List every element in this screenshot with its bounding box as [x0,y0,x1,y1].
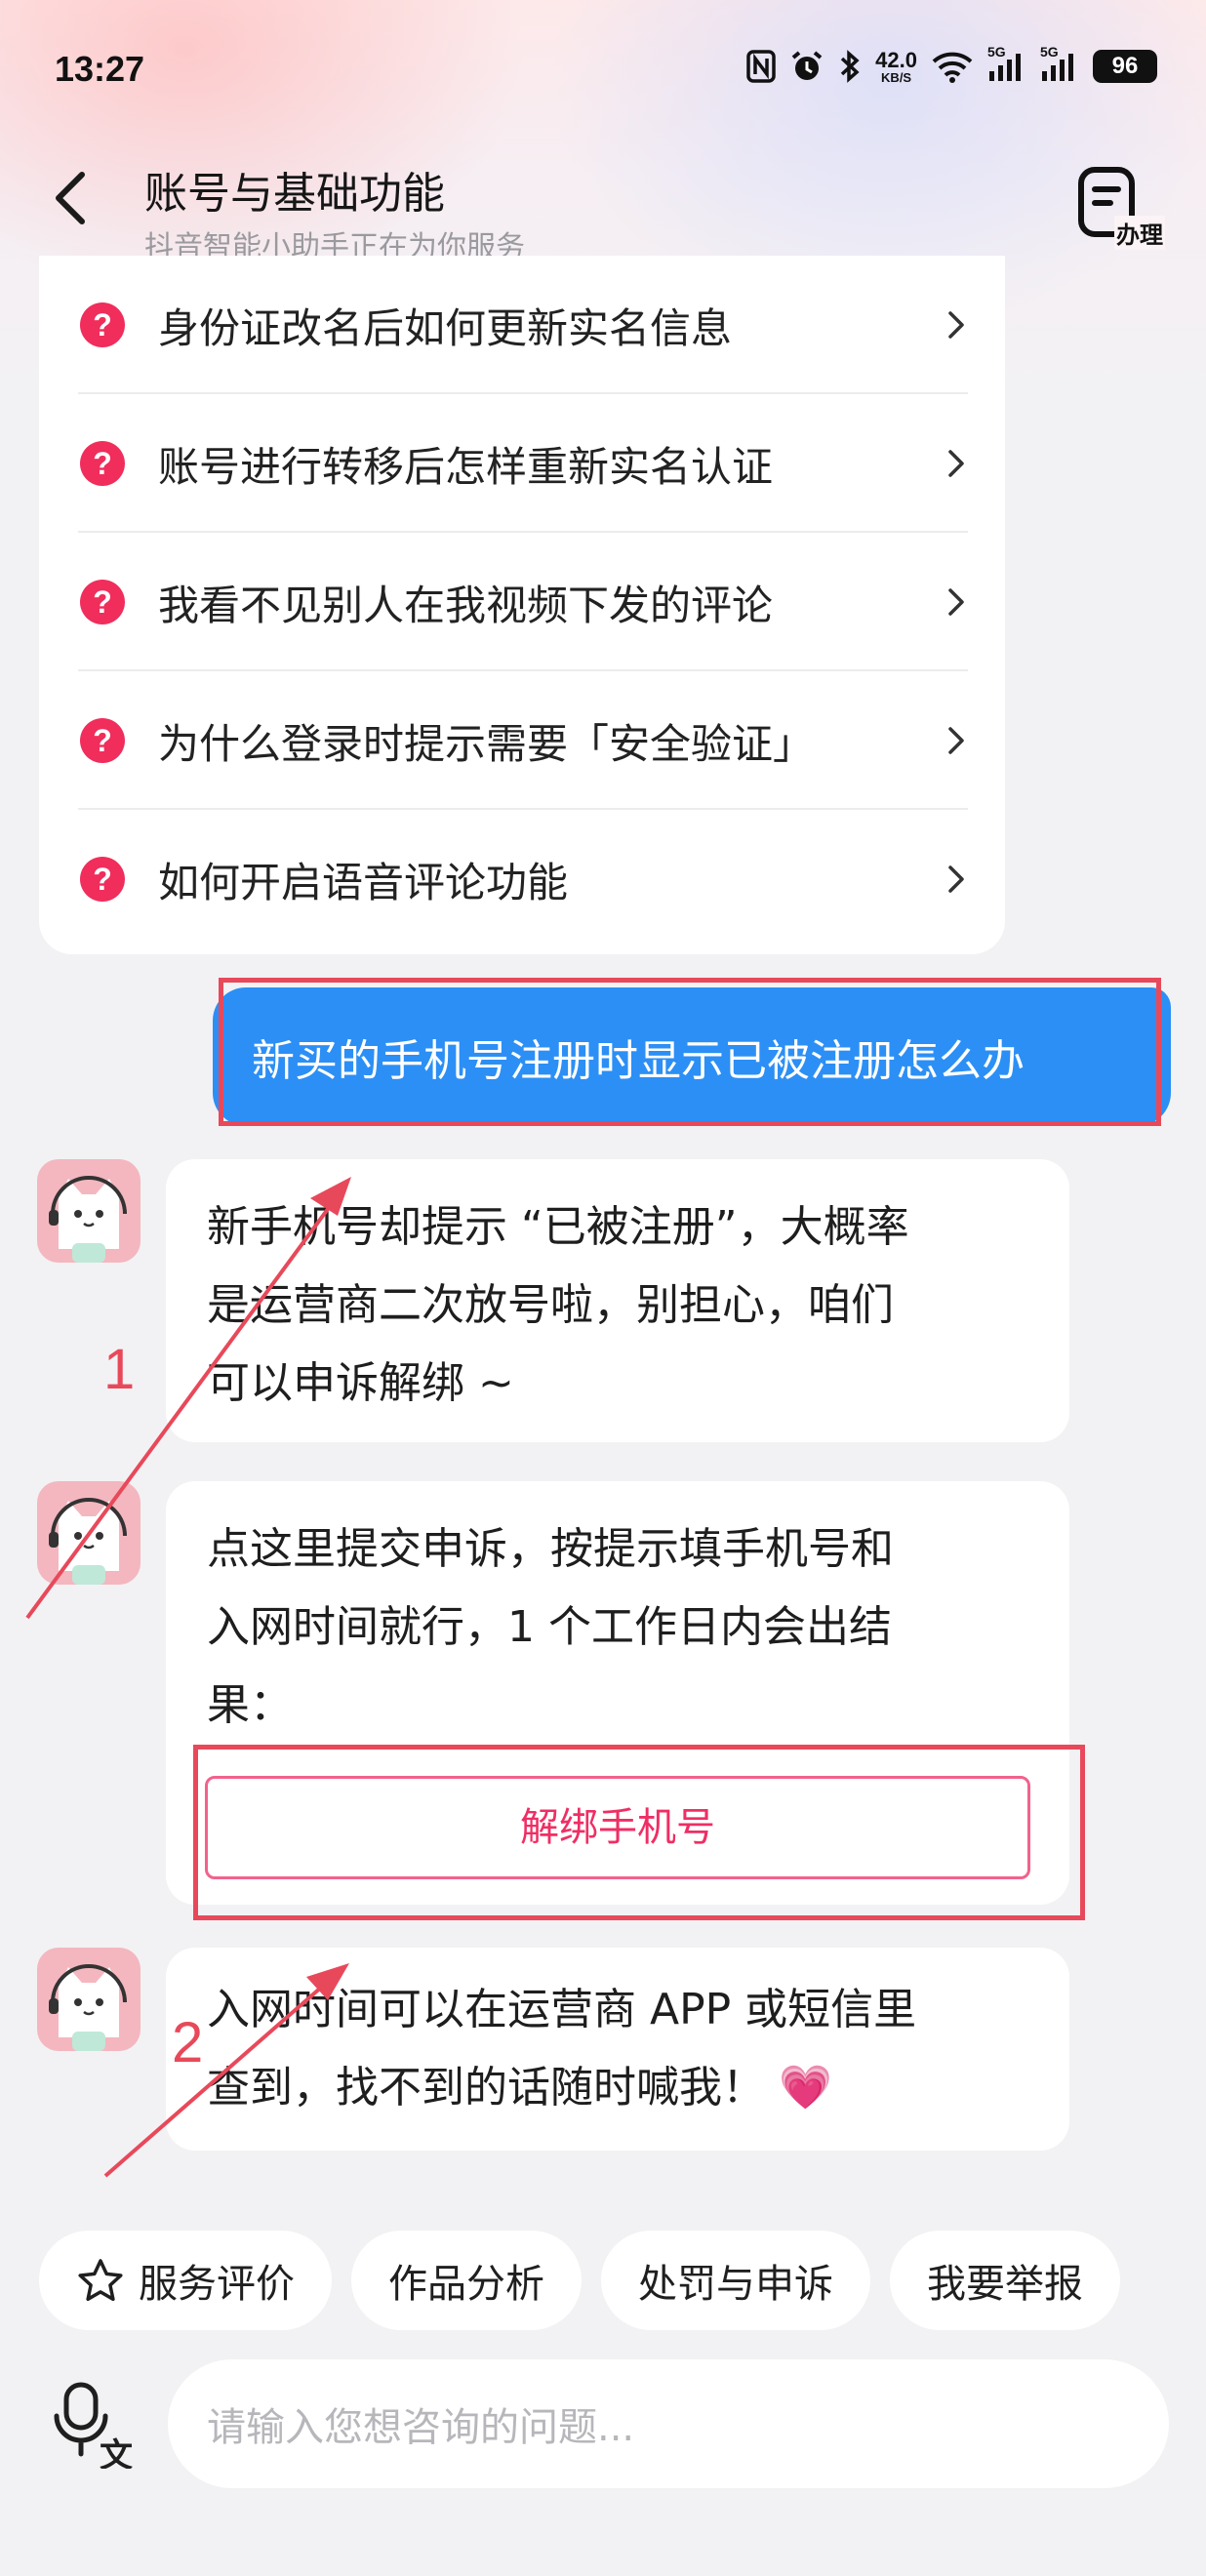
question-icon: ? [80,857,125,902]
chip-label: 服务评价 [139,2262,295,2307]
bot-message-line: 入网时间就行，1 个工作日内会出结 [207,1602,892,1652]
header: 账号与基础功能 抖音智能小助手正在为你服务 办理 [0,137,1206,273]
cat-avatar-icon [49,1176,127,1263]
faq-item-label: 为什么登录时提示需要「安全验证」 [158,719,815,768]
faq-item-label: 账号进行转移后怎样重新实名认证 [158,442,774,491]
handle-label: 办理 [1114,216,1165,250]
status-time: 13:27 [55,49,145,89]
wifi-icon [931,50,974,83]
question-icon: ? [80,580,125,624]
bot-avatar [37,1481,141,1585]
chip-penalty-appeal[interactable]: 处罚与申诉 [601,2231,870,2330]
faq-item[interactable]: ? 如何开启语音评论功能 [78,810,1007,948]
signal-icon: 5G [1040,44,1079,83]
battery-icon: 96 [1093,50,1157,83]
signal-icon: 5G [987,44,1026,83]
bot-message-line: 点这里提交申诉，按提示填手机号和 [207,1524,894,1574]
chevron-right-icon [948,865,964,893]
cat-avatar-icon [49,1964,127,2051]
bot-avatar [37,1948,141,2051]
question-icon: ? [80,718,125,763]
faq-item[interactable]: ? 账号进行转移后怎样重新实名认证 [78,394,1007,533]
faq-item[interactable]: ? 为什么登录时提示需要「安全验证」 [78,671,1007,810]
star-icon [76,2257,125,2304]
faq-item[interactable]: ? 我看不见别人在我视频下发的评论 [78,533,1007,671]
faq-item-label: 身份证改名后如何更新实名信息 [158,303,733,352]
back-button[interactable] [39,164,101,232]
bot-message-line: 果： [207,1680,293,1730]
chip-report[interactable]: 我要举报 [890,2231,1120,2330]
chevron-right-icon [948,311,964,339]
chevron-right-icon [948,450,964,477]
network-speed: 42.0 KB/S [875,47,917,85]
bluetooth-icon [838,49,862,84]
bot-avatar [37,1159,141,1263]
message-input[interactable]: 请输入您想咨询的问题... [168,2359,1169,2488]
faq-item-label: 我看不见别人在我视频下发的评论 [158,581,774,629]
svg-text:文: 文 [100,2436,133,2469]
status-bar: 13:27 42.0 KB/S 5G 5G 96 [0,0,1206,137]
quick-actions: 服务评价 作品分析 处罚与申诉 我要举报 [39,2231,1120,2330]
voice-input-button[interactable]: 文 [49,2381,137,2475]
nfc-icon [746,50,776,83]
message-input-placeholder: 请输入您想咨询的问题... [207,2405,635,2450]
annotation-highlight-box [193,1745,1085,1920]
handle-button[interactable]: 办理 [1073,166,1165,254]
status-icons: 42.0 KB/S 5G 5G 96 [746,44,1157,88]
cat-avatar-icon [49,1498,127,1585]
bot-message-line: 可以申诉解绑 ~ [207,1358,514,1408]
question-icon: ? [80,302,125,347]
sim1-label: 5G [987,44,1006,60]
alarm-icon [789,49,824,84]
bot-message-line: 是运营商二次放号啦，别担心，咱们 [207,1280,894,1330]
bot-message-line: 查到，找不到的话随时喊我！ 💗 [207,2063,832,2113]
question-icon: ? [80,441,125,486]
bot-message: 新手机号却提示 “已被注册”，大概率 是运营商二次放号啦，别担心，咱们 可以申诉… [166,1159,1069,1442]
chevron-right-icon [948,588,964,616]
microphone-translate-icon: 文 [54,2382,133,2475]
chip-work-analysis[interactable]: 作品分析 [351,2231,582,2330]
bot-message-line: 入网时间可以在运营商 APP 或短信里 [207,1985,917,2034]
chevron-right-icon [948,727,964,754]
network-speed-unit: KB/S [881,69,912,85]
annotation-label: 2 [172,2011,204,2074]
chip-label: 作品分析 [388,2262,544,2307]
chip-label: 我要举报 [927,2262,1083,2307]
sim2-label: 5G [1040,44,1059,60]
bot-message: 入网时间可以在运营商 APP 或短信里 查到，找不到的话随时喊我！ 💗 [166,1948,1069,2151]
page-title: 账号与基础功能 [144,169,445,219]
annotation-label: 1 [103,1338,136,1401]
annotation-highlight-box [219,978,1161,1126]
faq-card: ? 身份证改名后如何更新实名信息 ? 账号进行转移后怎样重新实名认证 ? 我看不… [39,256,1005,954]
network-speed-value: 42.0 [875,47,917,72]
faq-item-label: 如何开启语音评论功能 [158,858,569,906]
bot-message-line: 新手机号却提示 “已被注册”，大概率 [207,1202,909,1252]
screen: 13:27 42.0 KB/S 5G 5G 96 账号与基础功能 抖音智能小助手… [0,0,1206,2576]
chip-label: 处罚与申诉 [638,2262,833,2307]
faq-item[interactable]: ? 身份证改名后如何更新实名信息 [78,256,1007,394]
chevron-left-icon [56,172,85,224]
chip-service-rating[interactable]: 服务评价 [39,2231,332,2330]
